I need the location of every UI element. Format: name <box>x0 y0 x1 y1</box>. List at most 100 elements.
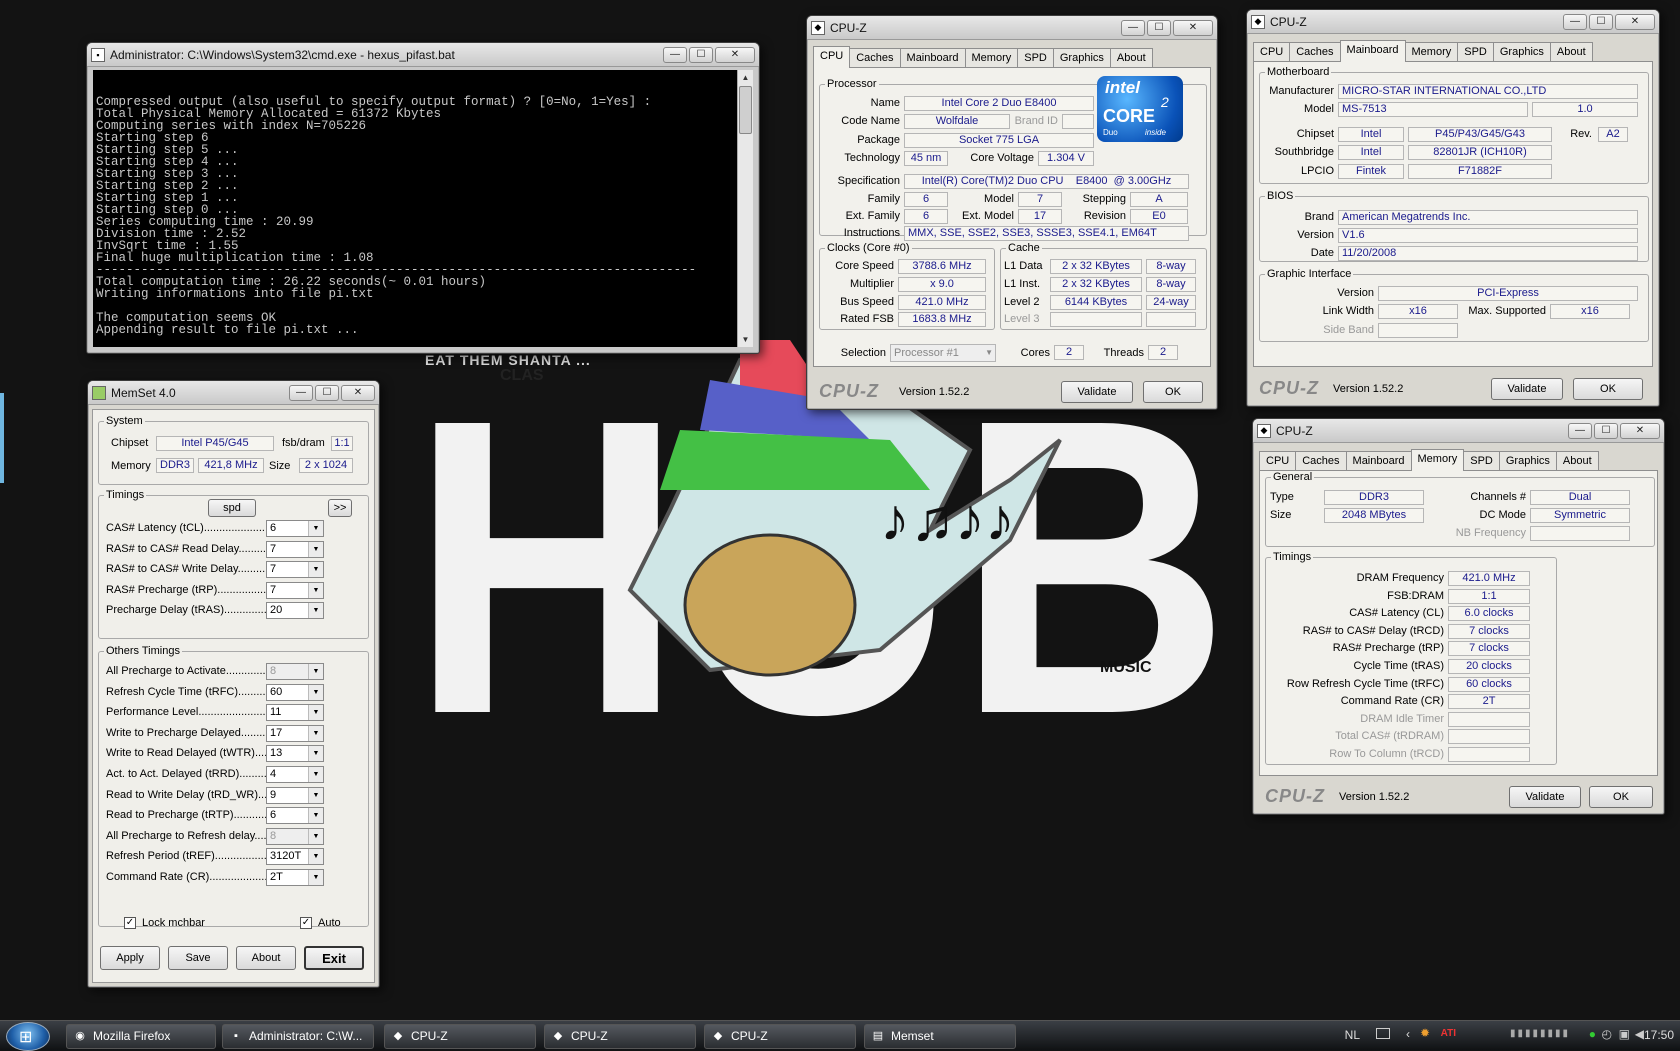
tab-caches[interactable]: Caches <box>1289 42 1341 61</box>
minimize-button[interactable]: — <box>1568 422 1592 439</box>
tab-mainboard[interactable]: Mainboard <box>1345 451 1412 470</box>
status-icon[interactable]: ● <box>1589 1027 1596 1041</box>
keyboard-icon[interactable] <box>1376 1028 1390 1039</box>
maximize-button[interactable]: ☐ <box>1147 19 1171 36</box>
tab-memory[interactable]: Memory <box>1404 42 1459 61</box>
ok-button[interactable]: OK <box>1143 381 1203 403</box>
taskbar-item[interactable]: ▤ Memset <box>864 1024 1016 1049</box>
memset-window: MemSet 4.0 — ☐ ✕ System Chipset Intel P4… <box>87 380 380 988</box>
close-button[interactable]: ✕ <box>1173 19 1213 36</box>
taskbar-item[interactable]: ◆ CPU-Z <box>544 1024 696 1049</box>
timing-select[interactable]: 11 ▼ <box>266 704 324 722</box>
timing-select[interactable]: 6 ▼ <box>266 520 324 537</box>
scroll-thumb[interactable] <box>739 86 752 134</box>
sun-icon[interactable]: ✹ <box>1420 1026 1430 1040</box>
more-button[interactable]: >> <box>328 499 352 517</box>
maximize-button[interactable]: ☐ <box>1589 13 1613 30</box>
lock-mchbar-checkbox[interactable]: ✓ <box>124 917 136 929</box>
tab-about[interactable]: About <box>1549 42 1593 61</box>
maximize-button[interactable]: ☐ <box>315 384 339 401</box>
language-indicator[interactable]: NL <box>1345 1028 1360 1042</box>
manufacturer-label: Manufacturer <box>1269 85 1334 97</box>
validate-button[interactable]: Validate <box>1491 378 1563 400</box>
taskbar-item[interactable]: ▪ Administrator: C:\W... <box>222 1024 374 1049</box>
tab-about[interactable]: About <box>1555 451 1599 470</box>
tab-graphics[interactable]: Graphics <box>1052 48 1111 67</box>
tab-caches[interactable]: Caches <box>849 48 901 67</box>
maximize-button[interactable]: ☐ <box>1594 422 1618 439</box>
auto-checkbox[interactable]: ✓ <box>300 917 312 929</box>
tab-about[interactable]: About <box>1109 48 1153 67</box>
apply-button[interactable]: Apply <box>100 946 160 970</box>
close-button[interactable]: ✕ <box>1620 422 1660 439</box>
memset-icon: ▤ <box>872 1030 884 1042</box>
tab-spd[interactable]: SPD <box>1463 451 1500 470</box>
timing-select[interactable]: 4 ▼ <box>266 766 324 783</box>
vertical-scrollbar[interactable]: ▲ ▼ <box>737 70 753 347</box>
network-icon[interactable]: ▣ <box>1619 1027 1630 1041</box>
tab-graphics[interactable]: Graphics <box>1498 451 1557 470</box>
spd-button[interactable]: spd <box>208 499 256 517</box>
timing-label: Row Refresh Cycle Time (tRFC) <box>1286 677 1444 690</box>
console-line: Writing informations into file pi.txt <box>96 287 374 301</box>
timing-row: Write to Precharge Delayed..............… <box>106 724 336 743</box>
validate-button[interactable]: Validate <box>1061 381 1133 403</box>
minimize-button[interactable]: — <box>1563 13 1587 30</box>
cpuz-titlebar[interactable]: ◆ CPU-Z — ☐ ✕ <box>1253 419 1664 443</box>
taskbar-item[interactable]: ◉ Mozilla Firefox <box>66 1024 216 1049</box>
memset-titlebar[interactable]: MemSet 4.0 — ☐ ✕ <box>88 381 379 405</box>
scroll-up-icon[interactable]: ▲ <box>738 70 753 85</box>
timing-select[interactable]: 7 ▼ <box>266 540 324 558</box>
timing-select[interactable]: 20 ▼ <box>266 602 324 620</box>
timing-select[interactable]: 3120T ▼ <box>266 848 324 866</box>
clock-app-icon[interactable]: ◴ <box>1602 1027 1612 1041</box>
timing-select[interactable]: 60 ▼ <box>266 683 324 701</box>
ati-icon[interactable]: ATI <box>1441 1028 1456 1039</box>
cpuz-titlebar[interactable]: ◆ CPU-Z — ☐ ✕ <box>1247 10 1659 34</box>
processor-select[interactable]: Processor #1 ▼ <box>890 344 996 362</box>
close-button[interactable]: ✕ <box>715 46 755 63</box>
start-button[interactable]: ⊞ <box>6 1022 50 1051</box>
tab-memory[interactable]: Memory <box>1410 449 1465 471</box>
tab-caches[interactable]: Caches <box>1295 451 1347 470</box>
cpuz-titlebar[interactable]: ◆ CPU-Z — ☐ ✕ <box>807 16 1217 40</box>
exit-button[interactable]: Exit <box>304 946 364 970</box>
taskbar-clock[interactable]: 17:50 <box>1644 1028 1674 1042</box>
console-output[interactable]: Compressed output (also useful to specif… <box>93 70 737 347</box>
tab-cpu[interactable]: CPU <box>1253 42 1291 61</box>
ok-button[interactable]: OK <box>1573 378 1643 400</box>
tab-mainboard[interactable]: Mainboard <box>899 48 966 67</box>
timing-select: 8 ▼ <box>266 663 324 680</box>
timing-value: 6.0 clocks <box>1448 606 1530 622</box>
scroll-down-icon[interactable]: ▼ <box>738 332 753 347</box>
timing-select[interactable]: 2T ▼ <box>266 869 324 886</box>
ok-button[interactable]: OK <box>1589 786 1653 808</box>
timing-select[interactable]: 13 ▼ <box>266 745 324 763</box>
about-button[interactable]: About <box>236 946 296 970</box>
tab-cpu[interactable]: CPU <box>1259 451 1297 470</box>
tray-expand-icon[interactable]: ‹ <box>1406 1027 1410 1041</box>
volume-icon[interactable]: ◀ <box>1635 1027 1644 1041</box>
minimize-button[interactable]: — <box>663 46 687 63</box>
taskbar-item[interactable]: ◆ CPU-Z <box>384 1024 536 1049</box>
tab-cpu[interactable]: CPU <box>813 46 851 68</box>
minimize-button[interactable]: — <box>1121 19 1145 36</box>
taskbar-item[interactable]: ◆ CPU-Z <box>704 1024 856 1049</box>
close-button[interactable]: ✕ <box>1615 13 1655 30</box>
timing-select[interactable]: 7 ▼ <box>266 561 324 579</box>
close-button[interactable]: ✕ <box>341 384 375 401</box>
minimize-button[interactable]: — <box>289 384 313 401</box>
timing-select[interactable]: 7 ▼ <box>266 581 324 599</box>
tab-spd[interactable]: SPD <box>1457 42 1494 61</box>
tab-graphics[interactable]: Graphics <box>1492 42 1551 61</box>
tab-memory[interactable]: Memory <box>964 48 1019 67</box>
cmd-titlebar[interactable]: ▪ Administrator: C:\Windows\System32\cmd… <box>87 43 759 67</box>
save-button[interactable]: Save <box>168 946 228 970</box>
tab-mainboard[interactable]: Mainboard <box>1339 40 1406 62</box>
tab-spd[interactable]: SPD <box>1017 48 1054 67</box>
timing-select[interactable]: 9 ▼ <box>266 786 324 804</box>
maximize-button[interactable]: ☐ <box>689 46 713 63</box>
validate-button[interactable]: Validate <box>1509 786 1581 808</box>
timing-select[interactable]: 17 ▼ <box>266 724 324 742</box>
timing-select[interactable]: 6 ▼ <box>266 807 324 825</box>
